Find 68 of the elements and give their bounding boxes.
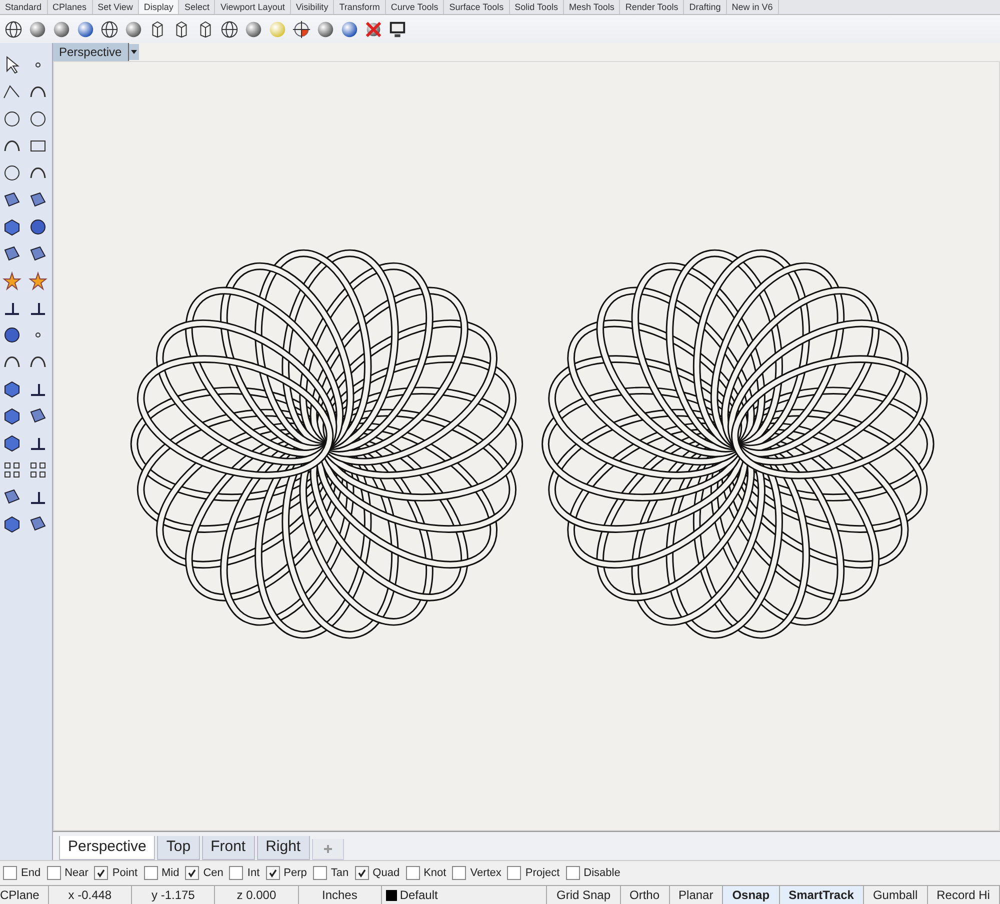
cplane-label[interactable]: CPlane <box>0 886 49 904</box>
viewport-tab[interactable]: Front <box>202 836 255 860</box>
star-icon[interactable] <box>28 271 48 291</box>
status-toggle[interactable]: Osnap <box>723 886 780 904</box>
checkbox[interactable] <box>3 866 17 880</box>
checkbox[interactable] <box>406 866 420 880</box>
units-label[interactable]: Inches <box>298 886 382 904</box>
circle-icon[interactable] <box>2 109 22 129</box>
x-coordinate: x -0.448 <box>48 886 132 904</box>
checkbox[interactable] <box>354 866 369 880</box>
ribbon-tab[interactable]: Viewport Layout <box>215 0 291 14</box>
circle-icon[interactable] <box>28 109 48 129</box>
viewport-tab[interactable]: Perspective <box>59 836 156 860</box>
osnap-label: Project <box>525 867 560 879</box>
viewport-tab[interactable]: Right <box>256 836 310 860</box>
ribbon-tab[interactable]: Solid Tools <box>510 0 564 14</box>
viewport-title[interactable]: Perspective <box>53 43 128 61</box>
dropdown-icon[interactable] <box>128 43 139 61</box>
osnap-label: Vertex <box>470 867 502 879</box>
checkbox[interactable] <box>144 866 158 880</box>
checkbox[interactable] <box>312 866 327 880</box>
osnap-label: Disable <box>584 867 620 879</box>
y-coordinate: y -1.175 <box>132 886 216 904</box>
layer-name[interactable]: Default <box>400 886 438 904</box>
ribbon-tab[interactable]: Mesh Tools <box>564 0 620 14</box>
ribbon-tab[interactable]: Transform <box>334 0 386 14</box>
ribbon-tab[interactable]: New in V6 <box>726 0 779 14</box>
osnap-label: Int <box>247 867 260 879</box>
ribbon-tab[interactable]: Select <box>179 0 216 14</box>
grid-icon[interactable] <box>28 460 48 480</box>
viewport-tab[interactable]: Top <box>157 836 200 860</box>
ribbon-tab[interactable]: Drafting <box>684 0 727 14</box>
checkbox[interactable] <box>185 866 200 880</box>
checkbox[interactable] <box>229 866 244 880</box>
ribbon-tab[interactable]: CPlanes <box>48 0 93 14</box>
status-toggle[interactable]: Ortho <box>620 886 670 904</box>
checkbox[interactable] <box>94 866 108 880</box>
layer-swatch <box>386 890 397 900</box>
ribbon-tab[interactable]: Curve Tools <box>386 0 444 14</box>
star-icon[interactable] <box>2 271 22 291</box>
ribbon-tab[interactable]: Display <box>138 0 180 14</box>
osnap-label: Mid <box>162 867 180 879</box>
viewport-canvas[interactable] <box>53 61 1000 831</box>
status-toggle[interactable]: Record Hi <box>928 886 1000 904</box>
ribbon-tab[interactable]: Standard <box>0 0 48 14</box>
osnap-label: Near <box>64 867 88 879</box>
status-toggle[interactable]: Grid Snap <box>547 886 621 904</box>
osnap-label: End <box>21 867 41 879</box>
osnap-label: Point <box>112 867 138 879</box>
osnap-label: Quad <box>372 867 400 879</box>
checkbox[interactable] <box>507 866 522 880</box>
circle-icon[interactable] <box>2 163 22 183</box>
checkbox[interactable] <box>46 866 61 880</box>
z-coordinate: z 0.000 <box>215 886 299 904</box>
grid-icon[interactable] <box>2 460 22 480</box>
osnap-label: Tan <box>330 867 349 879</box>
ribbon-tab[interactable]: Visibility <box>290 0 334 14</box>
osnap-label: Perp <box>284 867 307 879</box>
checkbox[interactable] <box>452 866 466 880</box>
checkbox[interactable] <box>566 866 580 880</box>
monitor-icon[interactable] <box>388 20 407 38</box>
osnap-label: Cen <box>203 867 224 879</box>
ribbon-tab[interactable]: Surface Tools <box>444 0 510 14</box>
status-toggle[interactable]: SmartTrack <box>780 886 864 904</box>
osnap-label: Knot <box>424 867 446 879</box>
ribbon-tab[interactable]: Render Tools <box>620 0 684 14</box>
checkbox[interactable] <box>266 866 280 880</box>
status-toggle[interactable]: Gumball <box>864 886 928 904</box>
